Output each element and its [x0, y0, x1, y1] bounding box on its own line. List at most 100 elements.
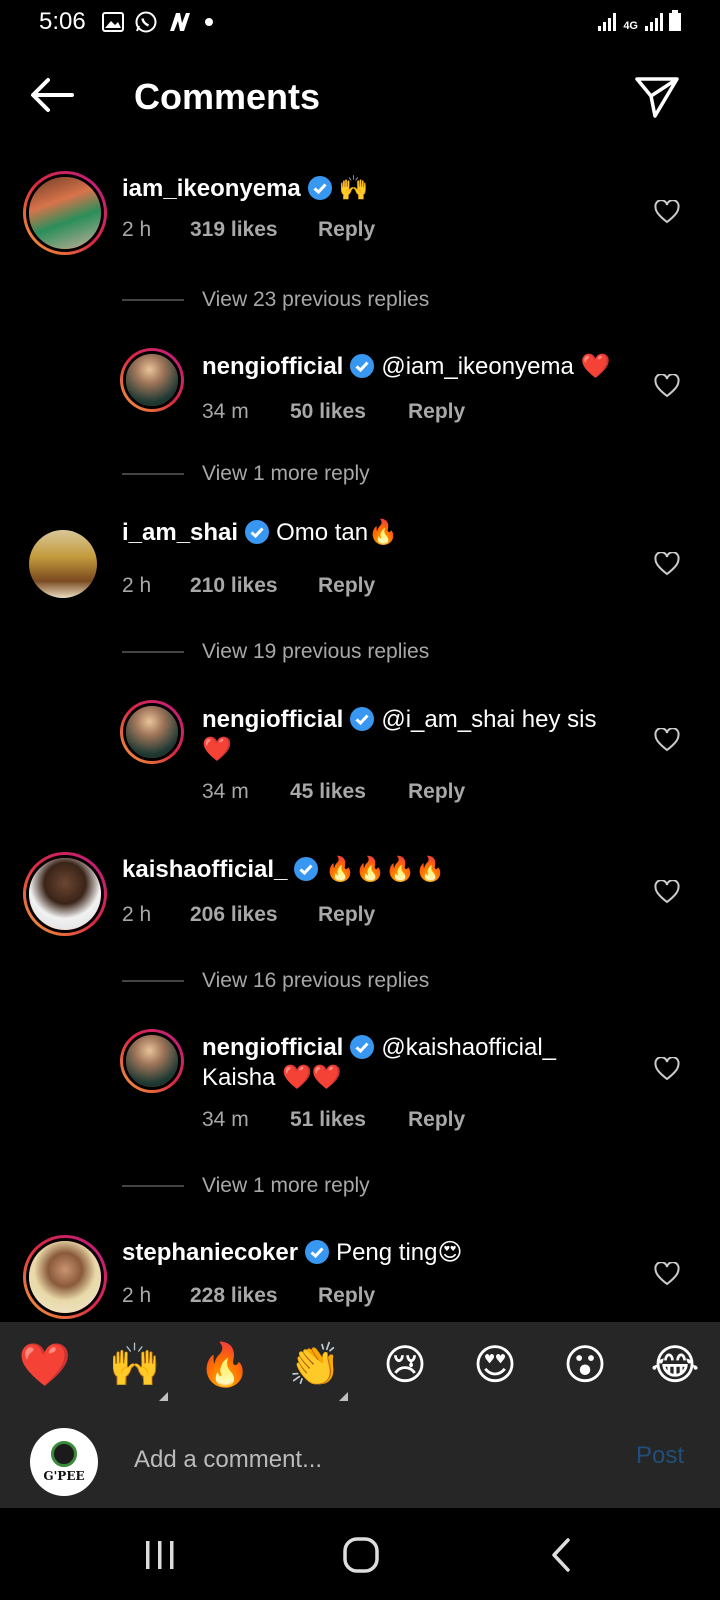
comment-likes[interactable]: 50 likes — [290, 400, 408, 424]
avatar[interactable] — [23, 852, 107, 936]
comment-input[interactable] — [134, 1440, 594, 1480]
comment-likes[interactable]: 319 likes — [190, 218, 318, 242]
comment-time: 2 h — [122, 903, 152, 926]
comment-likes[interactable]: 210 likes — [190, 574, 318, 598]
status-bar: 5:06 4G — [0, 0, 720, 44]
emoji-variant-indicator — [159, 1392, 168, 1401]
comment-username[interactable]: i_am_shai — [122, 519, 238, 546]
comment-time: 34 m — [202, 400, 249, 423]
view-replies-link[interactable]: View 16 previous replies — [122, 969, 429, 993]
reply-button[interactable]: Reply — [318, 574, 375, 598]
battery-icon — [669, 10, 681, 31]
home-icon[interactable] — [336, 1532, 386, 1578]
heart-icon[interactable] — [654, 374, 680, 398]
whatsapp-icon — [135, 11, 157, 33]
comment-username[interactable]: iam_ikeonyema — [122, 175, 301, 202]
comment-text: 🙌 — [338, 175, 369, 202]
comment-username[interactable]: kaishaofficial_ — [122, 856, 287, 883]
comment-text: @kaishaofficial_ — [381, 1034, 557, 1061]
heart-icon[interactable] — [654, 880, 680, 904]
emoji-reaction-bar: ❤️ 🙌 🔥 👏 😢 😍 😮 😂 — [0, 1322, 720, 1412]
status-left-icons — [102, 10, 214, 34]
logo-mark-icon — [51, 1441, 77, 1467]
verified-badge-icon — [307, 176, 332, 200]
comment-composer: G'PEE Post — [0, 1412, 720, 1508]
emoji-raising-hands[interactable]: 🙌 — [107, 1340, 163, 1390]
emoji-heart-eyes[interactable]: 😍 — [467, 1340, 523, 1390]
my-avatar[interactable]: G'PEE — [30, 1428, 98, 1496]
status-right-icons: 4G — [597, 10, 682, 32]
emoji-crying-face[interactable]: 😢 — [377, 1340, 433, 1390]
heart-icon[interactable] — [654, 1057, 680, 1081]
status-time: 5:06 — [39, 8, 86, 35]
comment-username[interactable]: stephaniecoker — [122, 1239, 298, 1266]
heart-icon[interactable] — [654, 728, 680, 752]
comment-time: 2 h — [122, 218, 152, 241]
paper-plane-icon[interactable] — [634, 75, 680, 119]
reply-button[interactable]: Reply — [408, 400, 465, 424]
gallery-icon — [102, 12, 124, 32]
comment-time: 34 m — [202, 780, 249, 803]
comment-username[interactable]: nengiofficial — [202, 1034, 343, 1061]
comment-time: 2 h — [122, 1284, 152, 1307]
reply-button[interactable]: Reply — [318, 218, 375, 242]
comment-likes[interactable]: 206 likes — [190, 903, 318, 927]
comment-likes[interactable]: 228 likes — [190, 1284, 318, 1308]
reply-button[interactable]: Reply — [408, 780, 465, 804]
comment-text: @iam_ikeonyema ❤️ — [381, 353, 611, 380]
avatar[interactable] — [120, 1029, 184, 1093]
arrow-left-icon[interactable] — [28, 75, 76, 115]
reply-button[interactable]: Reply — [318, 1284, 375, 1308]
heart-icon[interactable] — [654, 1262, 680, 1286]
comment-likes[interactable]: 45 likes — [290, 780, 408, 804]
avatar-logo-text: G'PEE — [43, 1469, 85, 1483]
emoji-variant-indicator — [339, 1392, 348, 1401]
emoji-red-heart[interactable]: ❤️ — [17, 1340, 73, 1390]
emoji-surprised-face[interactable]: 😮 — [557, 1340, 613, 1390]
avatar[interactable] — [23, 171, 107, 255]
emoji-fire[interactable]: 🔥 — [197, 1340, 253, 1390]
verified-badge-icon — [350, 354, 375, 378]
n-app-icon — [170, 13, 190, 31]
recents-icon[interactable] — [135, 1532, 185, 1578]
verified-badge-icon — [294, 857, 319, 881]
page-title: Comments — [134, 76, 321, 117]
heart-icon[interactable] — [654, 552, 680, 576]
view-replies-link[interactable]: View 1 more reply — [122, 1174, 370, 1198]
system-nav-bar — [0, 1508, 720, 1600]
verified-badge-icon — [350, 707, 375, 731]
dot-icon — [205, 18, 213, 26]
comment-time: 34 m — [202, 1108, 249, 1131]
comment-text: @i_am_shai hey sis — [381, 706, 597, 733]
view-replies-link[interactable]: View 1 more reply — [122, 462, 370, 486]
comment-time: 2 h — [122, 574, 152, 597]
verified-badge-icon — [350, 1035, 375, 1059]
header: Comments — [0, 60, 720, 132]
comment-likes[interactable]: 51 likes — [290, 1108, 408, 1132]
4g-icon: 4G — [623, 20, 638, 32]
post-button[interactable]: Post — [636, 1442, 684, 1470]
view-replies-link[interactable]: View 23 previous replies — [122, 288, 429, 312]
emoji-clapping-hands[interactable]: 👏 — [287, 1340, 343, 1390]
reply-button[interactable]: Reply — [408, 1108, 465, 1132]
avatar[interactable] — [23, 1235, 107, 1319]
comment-text-continued: Kaisha ❤️❤️ — [202, 1064, 342, 1091]
heart-icon[interactable] — [654, 200, 680, 224]
back-chevron-icon[interactable] — [537, 1532, 587, 1578]
verified-badge-icon — [305, 1240, 330, 1264]
comment-text: Peng ting😍 — [336, 1239, 463, 1266]
signal-icon — [645, 13, 663, 31]
avatar[interactable] — [120, 700, 184, 764]
reply-button[interactable]: Reply — [318, 903, 375, 927]
signal-icon — [598, 13, 617, 31]
verified-badge-icon — [245, 520, 270, 544]
comment-text: 🔥🔥🔥🔥 — [325, 856, 445, 883]
comment-text-continued: ❤️ — [202, 736, 232, 763]
avatar[interactable] — [120, 348, 184, 412]
comment-username[interactable]: nengiofficial — [202, 706, 343, 733]
comment-text: Omo tan🔥 — [276, 519, 398, 546]
emoji-tears-of-joy[interactable]: 😂 — [647, 1340, 703, 1390]
avatar[interactable] — [29, 530, 97, 598]
view-replies-link[interactable]: View 19 previous replies — [122, 640, 429, 664]
comment-username[interactable]: nengiofficial — [202, 353, 343, 380]
